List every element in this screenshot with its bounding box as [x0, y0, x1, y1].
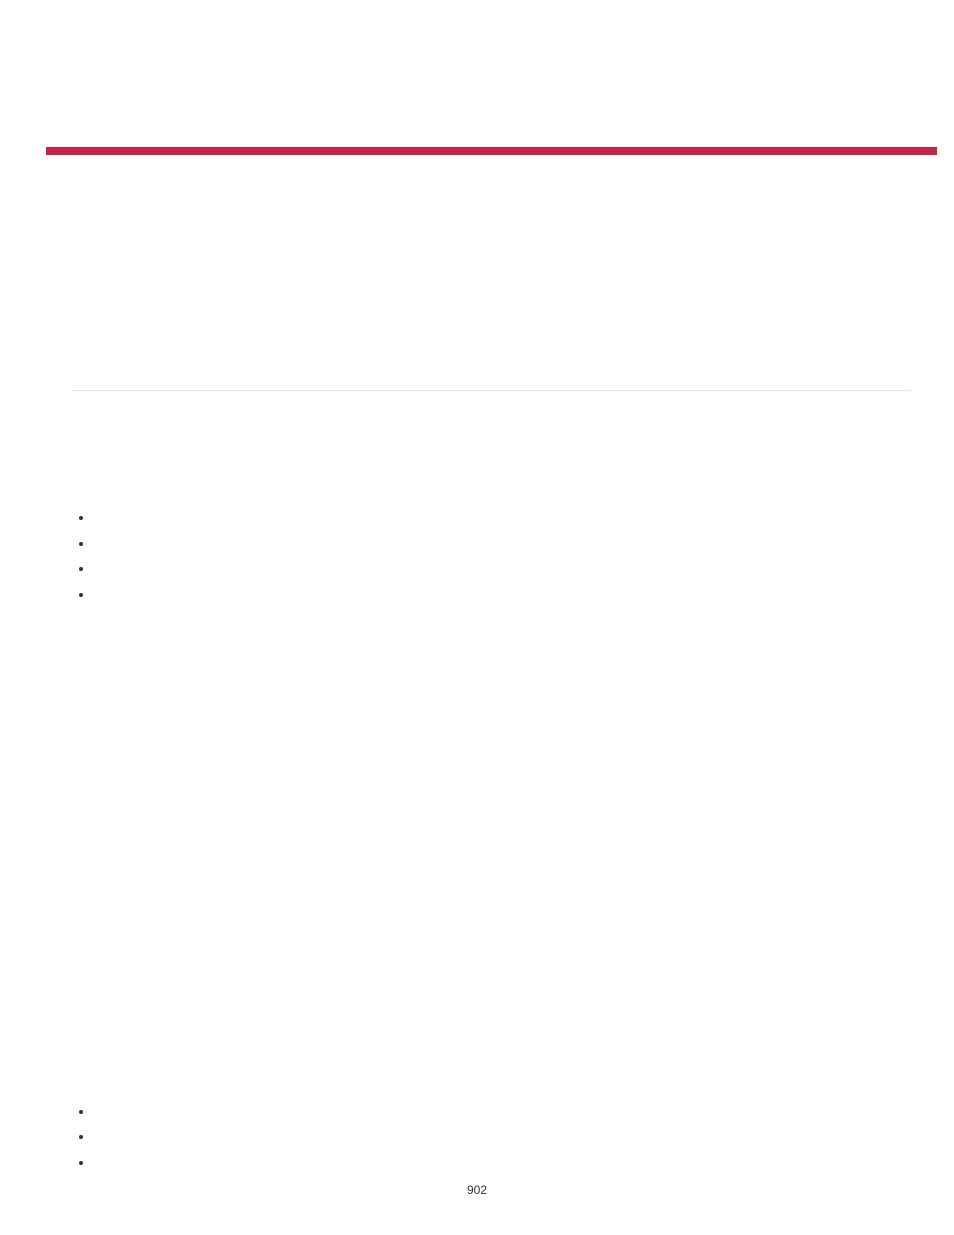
list-bullet [79, 1110, 83, 1114]
list-bullet [79, 1161, 83, 1165]
section-divider-line [72, 390, 910, 391]
header-divider-bar [46, 147, 937, 155]
list-bullet [79, 593, 83, 597]
page-number: 902 [0, 1183, 954, 1197]
list-bullet [79, 542, 83, 546]
list-bullet [79, 516, 83, 520]
list-bullet [79, 1135, 83, 1139]
list-bullet [79, 567, 83, 571]
